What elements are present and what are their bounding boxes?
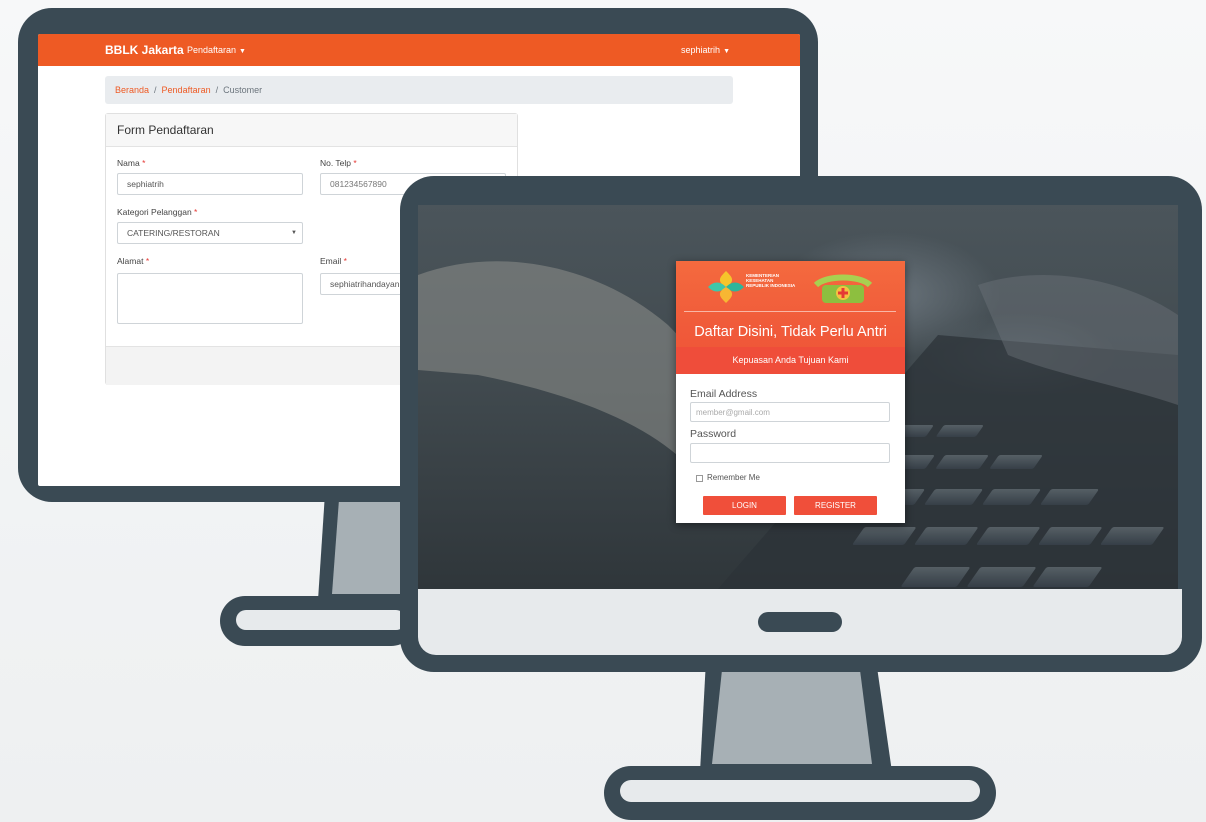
- breadcrumb-pendaftaran[interactable]: Pendaftaran: [162, 85, 211, 95]
- kemenkes-logo-icon: [708, 271, 744, 303]
- nama-label-text: Nama: [117, 158, 140, 168]
- nama-input[interactable]: sephiatrih: [117, 173, 303, 195]
- front-monitor-logo-slot: [758, 612, 842, 632]
- brand-link[interactable]: BBLK Jakarta: [105, 43, 184, 57]
- kategori-label-text: Kategori Pelanggan: [117, 207, 192, 217]
- password-label: Password: [690, 428, 737, 440]
- remember-me-checkbox[interactable]: [696, 475, 703, 482]
- top-navbar: BBLK Jakarta Pendaftaran ▼ sephiatrih ▼: [38, 34, 800, 66]
- email-label: Email *: [320, 256, 347, 266]
- bblk-emblem-icon: [813, 274, 873, 303]
- login-card: KEMENTERIAN KESEHATAN REPUBLIK INDONESIA…: [676, 261, 905, 523]
- breadcrumb: Beranda / Pendaftaran / Customer: [105, 76, 733, 104]
- login-header: KEMENTERIAN KESEHATAN REPUBLIK INDONESIA…: [676, 261, 905, 374]
- remember-me-label: Remember Me: [707, 473, 760, 482]
- required-mark: *: [343, 256, 347, 266]
- caret-down-icon: ▼: [239, 48, 246, 55]
- telp-label: No. Telp *: [320, 158, 357, 168]
- alamat-textarea[interactable]: [117, 273, 303, 324]
- kategori-select[interactable]: CATERING/RESTORAN ▼: [117, 222, 303, 244]
- kategori-selected-value: CATERING/RESTORAN: [127, 228, 220, 238]
- kemenkes-logo-text: KEMENTERIAN KESEHATAN REPUBLIK INDONESIA: [746, 273, 796, 289]
- required-mark: *: [145, 256, 150, 266]
- password-input[interactable]: [690, 443, 890, 463]
- breadcrumb-current: Customer: [223, 85, 263, 95]
- breadcrumb-home[interactable]: Beranda: [115, 85, 149, 95]
- breadcrumb-separator: /: [154, 85, 157, 95]
- telp-label-text: No. Telp: [320, 158, 352, 168]
- required-mark: *: [353, 158, 357, 168]
- header-divider: [684, 311, 896, 312]
- nav-menu-pendaftaran[interactable]: Pendaftaran ▼: [187, 45, 246, 55]
- alamat-label: Alamat *: [117, 256, 149, 266]
- front-monitor-stand: [700, 660, 892, 772]
- caret-down-icon: ▼: [723, 48, 730, 55]
- user-menu[interactable]: sephiatrih ▼: [681, 45, 730, 55]
- email-address-input[interactable]: member@gmail.com: [690, 402, 890, 422]
- back-monitor-base: [220, 596, 416, 646]
- required-mark: *: [142, 158, 146, 168]
- nav-menu-label: Pendaftaran: [187, 45, 237, 55]
- login-title: Daftar Disini, Tidak Perlu Antri: [694, 324, 887, 340]
- user-menu-label: sephiatrih: [681, 45, 721, 55]
- front-monitor-base: [604, 766, 996, 820]
- email-address-label: Email Address: [690, 388, 758, 400]
- required-mark: *: [194, 207, 198, 217]
- nama-label: Nama *: [117, 158, 145, 168]
- login-subtitle: Kepuasan Anda Tujuan Kami: [676, 347, 905, 374]
- login-button[interactable]: LOGIN: [703, 496, 786, 515]
- alamat-label-text: Alamat: [117, 256, 144, 266]
- kategori-label: Kategori Pelanggan *: [117, 207, 197, 217]
- form-title: Form Pendaftaran: [106, 114, 517, 147]
- email-label-text: Email: [320, 256, 342, 266]
- select-arrow-icon: ▼: [291, 230, 297, 236]
- register-button[interactable]: REGISTER: [794, 496, 877, 515]
- breadcrumb-separator: /: [215, 85, 219, 95]
